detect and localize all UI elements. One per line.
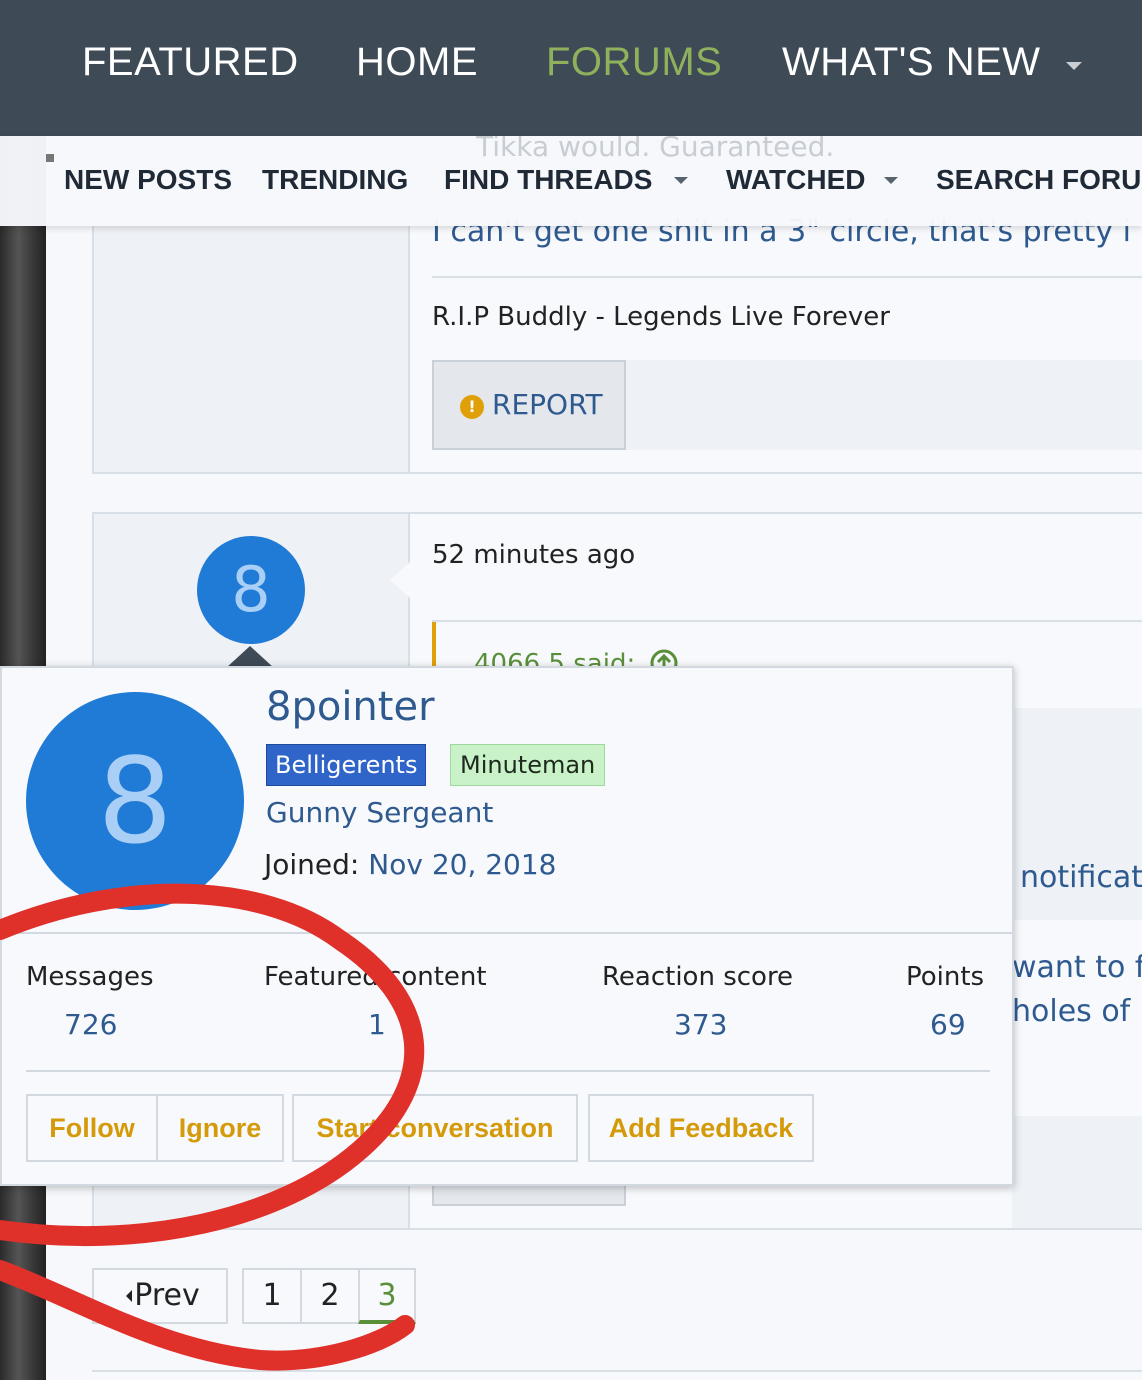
report-label: REPORT — [492, 388, 603, 421]
pagination-page-3-current[interactable]: 3 — [358, 1268, 416, 1324]
member-tooltip-card: 8 8pointer Belligerents Minuteman Gunny … — [0, 666, 1014, 1186]
chevron-down-icon[interactable] — [884, 177, 898, 184]
subnav-trending[interactable]: TRENDING — [262, 164, 408, 196]
user-banner-minuteman: Minuteman — [450, 744, 606, 786]
subnav-search-forums[interactable]: SEARCH FORUN — [936, 164, 1142, 196]
pagination-page-1[interactable]: 1 — [242, 1268, 302, 1324]
subnav-watched[interactable]: WATCHED — [726, 164, 865, 196]
follow-button[interactable]: Follow — [26, 1094, 158, 1162]
member-username[interactable]: 8pointer — [266, 684, 435, 730]
divider — [432, 276, 1142, 278]
start-conversation-button[interactable]: Start conversation — [292, 1094, 578, 1162]
member-joined: Joined: Nov 20, 2018 — [264, 848, 557, 881]
quote-bar — [432, 622, 436, 672]
tab-whats-new[interactable]: WHAT'S NEW — [782, 40, 1041, 85]
avatar[interactable]: 8 — [197, 536, 305, 644]
subnav-find-threads[interactable]: FIND THREADS — [444, 164, 652, 196]
prev-label: Prev — [134, 1278, 200, 1313]
stat-label-featured-content: Featured content — [264, 962, 487, 992]
pagination-page-2[interactable]: 2 — [300, 1268, 360, 1324]
stat-label-reaction-score: Reaction score — [602, 962, 794, 992]
add-feedback-button[interactable]: Add Feedback — [588, 1094, 814, 1162]
post-signature: R.I.P Buddly - Legends Live Forever — [432, 302, 890, 332]
post-timestamp[interactable]: 52 minutes ago — [432, 540, 635, 570]
next-post-panel — [92, 1370, 1142, 1380]
tab-featured[interactable]: FEATURED — [82, 40, 299, 85]
stat-value-messages[interactable]: 726 — [64, 1008, 117, 1041]
chevron-down-icon[interactable] — [674, 177, 688, 184]
tooltip-pointer — [226, 646, 274, 668]
divider — [2, 932, 1012, 934]
divider — [432, 620, 1142, 622]
message-arrow — [390, 562, 410, 598]
ignore-button[interactable]: Ignore — [156, 1094, 284, 1162]
member-rank: Gunny Sergeant — [266, 796, 494, 829]
chevron-left-icon — [126, 1290, 132, 1302]
stat-label-points: Points — [906, 962, 985, 992]
top-nav: FEATURED HOME FORUMS WHAT'S NEW — [0, 0, 1142, 136]
warning-icon: ! — [460, 395, 484, 419]
tab-forums[interactable]: FORUMS — [546, 40, 722, 85]
divider — [26, 1070, 990, 1072]
sub-nav: Tikka would. Guaranteed. NEW POSTS TREND… — [0, 136, 1142, 226]
joined-date: Nov 20, 2018 — [368, 848, 557, 881]
post-text-fragment: holes of — [1012, 994, 1131, 1029]
post-text-fragment: want to f — [1012, 950, 1142, 985]
stat-value-points[interactable]: 69 — [930, 1008, 966, 1041]
chevron-down-icon[interactable] — [1066, 62, 1082, 70]
user-banner-belligerents: Belligerents — [266, 744, 427, 786]
avatar[interactable]: 8 — [26, 692, 244, 910]
stat-value-reaction-score[interactable]: 373 — [674, 1008, 727, 1041]
marker — [46, 154, 54, 162]
joined-label: Joined: — [264, 848, 360, 881]
post-action-bar — [1012, 1116, 1142, 1228]
subnav-new-posts[interactable]: NEW POSTS — [64, 164, 232, 196]
report-button[interactable] — [432, 1184, 626, 1206]
stat-label-messages: Messages — [26, 962, 154, 992]
report-button[interactable]: ! REPORT — [432, 360, 626, 450]
stat-value-featured-content[interactable]: 1 — [368, 1008, 386, 1041]
post-text-fragment: notificat — [1020, 860, 1142, 895]
pagination-prev-button[interactable]: Prev — [92, 1268, 228, 1324]
behind-text: Tikka would. Guaranteed. — [476, 136, 835, 163]
tab-home[interactable]: HOME — [356, 40, 478, 85]
